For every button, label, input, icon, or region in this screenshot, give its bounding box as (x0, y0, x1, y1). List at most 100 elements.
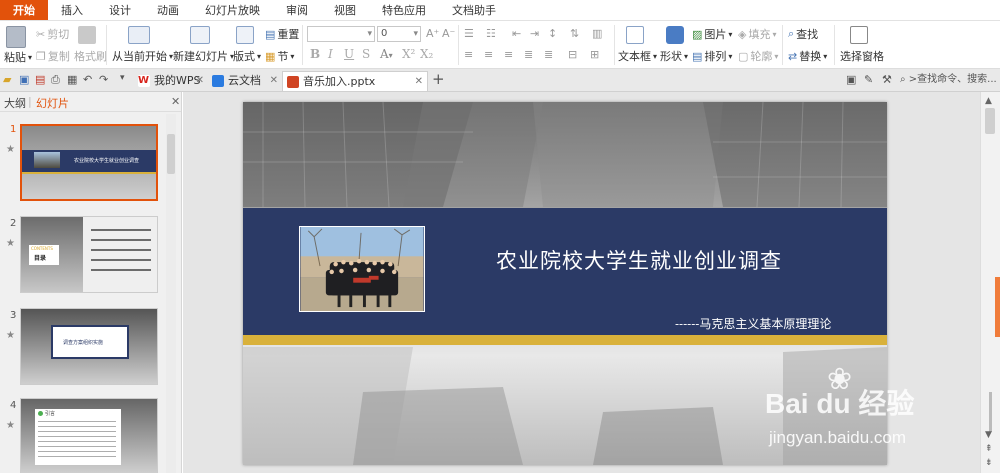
slide-entry-3[interactable]: 3 ★ 调查方案组织实施 (0, 308, 168, 390)
replace-button[interactable]: ⇄ 替换 ▾ (788, 48, 827, 64)
slide-subtitle[interactable]: ------马克思主义基本原理理论 (675, 315, 831, 332)
slide-title[interactable]: 农业院校大学生就业创业调查 (496, 245, 782, 275)
paste-button[interactable]: 粘贴 ▾ (4, 49, 32, 65)
next-slide-icon[interactable]: ⇟ (985, 458, 993, 468)
layout-button[interactable]: 版式 ▾ (233, 48, 261, 64)
export-icon[interactable]: ▤ (35, 73, 45, 86)
menu-tab-animation[interactable]: 动画 (144, 0, 192, 20)
open-folder-icon[interactable]: ▰ (3, 73, 11, 86)
undo-icon[interactable]: ↶ (83, 73, 92, 86)
ribbon-separator (106, 25, 107, 65)
new-slide-button[interactable]: 新建幻灯片 ▾ (173, 48, 234, 64)
print-icon[interactable]: ⎙ (51, 73, 60, 87)
format-painter-button[interactable]: 格式刷 (74, 48, 107, 64)
tab-my-wps[interactable]: W 我的WPS ✕ (134, 71, 208, 91)
scrollbar-thumb[interactable] (167, 134, 175, 174)
thumbnail-scrollbar[interactable] (166, 114, 176, 473)
side-panel-handle[interactable] (995, 277, 1000, 337)
tab-outline[interactable]: 大纲 (4, 95, 26, 111)
font-color-icon[interactable]: A▾ (380, 47, 393, 61)
bullet-list-icon[interactable]: ☰ (464, 27, 474, 40)
preview-icon[interactable]: ▦ (67, 73, 77, 86)
shrink-font-icon[interactable]: A⁻ (442, 27, 455, 40)
save-icon[interactable]: ▣ (19, 73, 29, 86)
feedback-icon[interactable]: ▣ (846, 73, 856, 86)
shape-button[interactable]: 形状 ▾ (660, 48, 688, 64)
close-panel-icon[interactable]: ✕ (171, 95, 180, 108)
slide-thumbnail-1[interactable]: 农业院校大学生就业创业调查 (20, 124, 158, 201)
italic-icon[interactable]: I (328, 47, 333, 61)
slide-thumbnail-3[interactable]: 调查方案组织实施 (20, 308, 158, 385)
redo-icon[interactable]: ↷ (99, 73, 108, 86)
find-button[interactable]: ⌕ 查找 (788, 26, 818, 42)
slide-entry-1[interactable]: 1 ★ 农业院校大学生就业创业调查 (0, 124, 168, 206)
vertical-scrollbar[interactable]: ▲ ▼ ⇞ ⇟ (980, 92, 1000, 473)
new-tab-button[interactable]: + (432, 70, 445, 88)
menu-tab-insert[interactable]: 插入 (48, 0, 96, 20)
group-photo[interactable] (299, 226, 425, 312)
section-button[interactable]: ▦ 节 ▾ (265, 48, 294, 64)
command-search-input[interactable]: ⌕ >查找命令、搜索... (896, 71, 998, 89)
textbox-button[interactable]: 文本框 ▾ (618, 48, 657, 64)
increase-indent-icon[interactable]: ⇥ (530, 27, 539, 40)
menu-tab-doc-assistant[interactable]: 文档助手 (439, 0, 509, 20)
copy-button[interactable]: ❐ 复制 (36, 48, 70, 64)
picture-button[interactable]: ▨ 图片 ▾ (692, 26, 732, 42)
tab-cloud-docs[interactable]: 云文档 ✕ (208, 71, 282, 91)
columns-icon[interactable]: ▥ (592, 27, 602, 40)
fill-button[interactable]: ◈ 填充 ▾ (738, 26, 776, 42)
from-current-button[interactable]: 从当前开始 ▾ (112, 48, 173, 64)
selection-pane-button[interactable]: 选择窗格 (840, 48, 884, 64)
close-icon[interactable]: ✕ (196, 71, 204, 91)
zoom-slider[interactable] (989, 392, 992, 432)
superscript-icon[interactable]: X² (402, 47, 415, 61)
tools-icon[interactable]: ⚒ (882, 73, 892, 86)
gold-stripe (243, 335, 887, 345)
line-spacing-icon[interactable]: ↕ (548, 27, 557, 40)
cut-button[interactable]: ✂ 剪切 (36, 26, 69, 42)
font-size-select[interactable]: 0 (377, 26, 421, 42)
close-icon[interactable]: ✕ (270, 71, 278, 91)
menu-tab-review[interactable]: 审阅 (273, 0, 321, 20)
menu-tab-view[interactable]: 视图 (321, 0, 369, 20)
previous-slide-icon[interactable]: ⇞ (985, 444, 993, 454)
customize-dropdown-icon[interactable]: ▾ (120, 73, 125, 83)
current-slide[interactable]: 农业院校大学生就业创业调查 ------马克思主义基本原理理论 (243, 102, 887, 465)
skin-icon[interactable]: ✎ (864, 73, 873, 86)
align-text-icon[interactable]: ⊟ (568, 48, 577, 61)
tab-slides[interactable]: 幻灯片 (36, 95, 69, 111)
selection-pane-label: 选择窗格 (840, 50, 884, 63)
shape-icon (666, 26, 684, 44)
tab-document[interactable]: 音乐加入.pptx ✕ (282, 71, 428, 91)
menu-tab-slideshow[interactable]: 幻灯片放映 (192, 0, 273, 20)
justify-icon[interactable]: ≣ (524, 48, 533, 61)
shadow-icon[interactable]: S (362, 47, 370, 61)
text-direction-icon[interactable]: ⇅ (570, 27, 579, 40)
slide-thumbnail-2[interactable]: CONTENTS 目录 (20, 216, 158, 293)
align-right-icon[interactable]: ≡ (504, 48, 513, 61)
numbered-list-icon[interactable]: ☷ (486, 27, 496, 40)
scroll-down-icon[interactable]: ▼ (985, 430, 992, 440)
slide-entry-2[interactable]: 2 ★ CONTENTS 目录 (0, 216, 168, 298)
arrange-button[interactable]: ▤ 排列 ▾ (692, 48, 732, 64)
scrollbar-thumb[interactable] (985, 108, 995, 134)
outline-button[interactable]: ▢ 轮廓 ▾ (738, 48, 778, 64)
menu-tab-design[interactable]: 设计 (96, 0, 144, 20)
reset-button[interactable]: ▤ 重置 (265, 26, 299, 42)
decrease-indent-icon[interactable]: ⇤ (512, 27, 521, 40)
scroll-up-icon[interactable]: ▲ (985, 96, 992, 106)
close-icon[interactable]: ✕ (415, 72, 423, 92)
distribute-icon[interactable]: ≣ (544, 48, 553, 61)
subscript-icon[interactable]: X₂ (420, 47, 433, 61)
align-center-icon[interactable]: ≡ (484, 48, 493, 61)
bold-icon[interactable]: B (310, 47, 320, 61)
underline-icon[interactable]: U (344, 47, 354, 61)
font-name-select[interactable] (307, 26, 375, 42)
menu-tab-home[interactable]: 开始 (0, 0, 48, 20)
smartart-icon[interactable]: ⊞ (590, 48, 599, 61)
menu-tab-special[interactable]: 特色应用 (369, 0, 439, 20)
grow-font-icon[interactable]: A⁺ (426, 27, 439, 40)
align-left-icon[interactable]: ≡ (464, 48, 473, 61)
slide-entry-4[interactable]: 4 ★ 引言 (0, 398, 168, 473)
slide-thumbnail-4[interactable]: 引言 (20, 398, 158, 473)
